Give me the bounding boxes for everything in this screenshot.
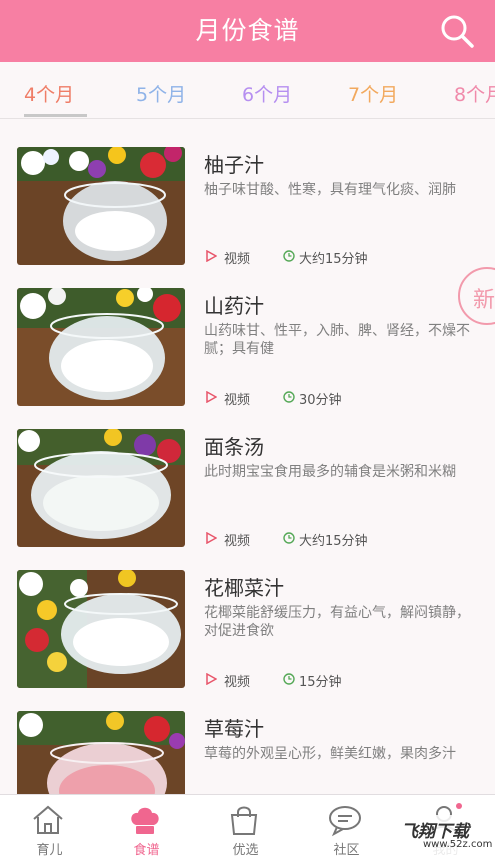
shopping-bag-icon: [230, 806, 258, 835]
recipe-description: 花椰菜能舒缓压力，有益心气，解闷镇静，对促进食欲: [204, 605, 470, 639]
nav-label: 育儿: [36, 843, 63, 858]
recipe-thumbnail: [17, 570, 185, 688]
watermark-logo: 飞翔下载 www.52z.com: [393, 815, 492, 855]
nav-selected[interactable]: 优选: [196, 795, 295, 859]
recipe-title: 山药汁: [204, 294, 264, 318]
active-tab-indicator: [24, 114, 87, 117]
recipe-item[interactable]: 柚子汁 柚子味甘酸、性寒，具有理气化痰、润肺 视频 大约15分钟: [0, 119, 495, 267]
tab-7-months[interactable]: 7个月: [348, 80, 398, 107]
recipe-title: 面条汤: [204, 435, 264, 459]
nav-parenting[interactable]: 育儿: [0, 795, 99, 859]
tab-8-months[interactable]: 8个月: [454, 80, 495, 107]
watermark-url: www.52z.com: [423, 839, 493, 850]
chef-hat-icon: [131, 807, 159, 834]
nav-label: 优选: [232, 843, 259, 858]
recipe-title: 花椰菜汁: [204, 576, 284, 600]
recipe-description: 此时期宝宝食用最多的辅食是米粥和米糊: [204, 464, 456, 480]
header-bar: 月份食谱: [0, 0, 495, 62]
recipe-title: 草莓汁: [204, 717, 264, 741]
recipe-item[interactable]: 花椰菜汁 花椰菜能舒缓压力，有益心气，解闷镇静，对促进食欲 视频 15分钟: [0, 542, 495, 690]
nav-recipes[interactable]: 食谱: [97, 795, 196, 859]
new-badge-text: 新: [473, 288, 495, 313]
recipe-item[interactable]: 面条汤 此时期宝宝食用最多的辅食是米粥和米糊 视频 大约15分钟: [0, 401, 495, 549]
recipe-description: 山药味甘、性平，入肺、脾、肾经，不燥不腻；具有健: [204, 323, 470, 357]
recipe-thumbnail: [17, 711, 185, 794]
month-tabs: 4个月 5个月 6个月 7个月 8个月: [0, 62, 495, 119]
home-icon: [33, 805, 63, 834]
nav-label: 食谱: [133, 843, 160, 858]
nav-label: 社区: [333, 843, 360, 858]
recipe-thumbnail: [17, 147, 185, 265]
tab-4-months[interactable]: 4个月: [24, 80, 74, 107]
recipe-thumbnail: [17, 429, 185, 547]
recipe-description: 柚子味甘酸、性寒，具有理气化痰、润肺: [204, 182, 456, 198]
search-icon[interactable]: [439, 13, 475, 49]
recipe-title: 柚子汁: [204, 153, 264, 177]
page-title: 月份食谱: [195, 16, 300, 45]
bottom-nav: 育儿 食谱 优选 社区 我的 飞翔下载 www.52z.com: [0, 794, 495, 859]
recipe-description: 草莓的外观呈心形，鲜美红嫩，果肉多汁: [204, 746, 456, 762]
recipe-item[interactable]: 山药汁 山药味甘、性平，入肺、脾、肾经，不燥不腻；具有健 视频 30分钟: [0, 260, 495, 408]
recipe-list[interactable]: 柚子汁 柚子味甘酸、性寒，具有理气化痰、润肺 视频 大约15分钟 山药汁 山药味…: [0, 119, 495, 794]
chat-bubble-icon: [329, 806, 361, 837]
nav-community[interactable]: 社区: [297, 795, 396, 859]
tab-6-months[interactable]: 6个月: [242, 80, 292, 107]
recipe-item[interactable]: 草莓汁 草莓的外观呈心形，鲜美红嫩，果肉多汁: [0, 683, 495, 794]
recipe-thumbnail: [17, 288, 185, 406]
tab-5-months[interactable]: 5个月: [136, 80, 186, 107]
